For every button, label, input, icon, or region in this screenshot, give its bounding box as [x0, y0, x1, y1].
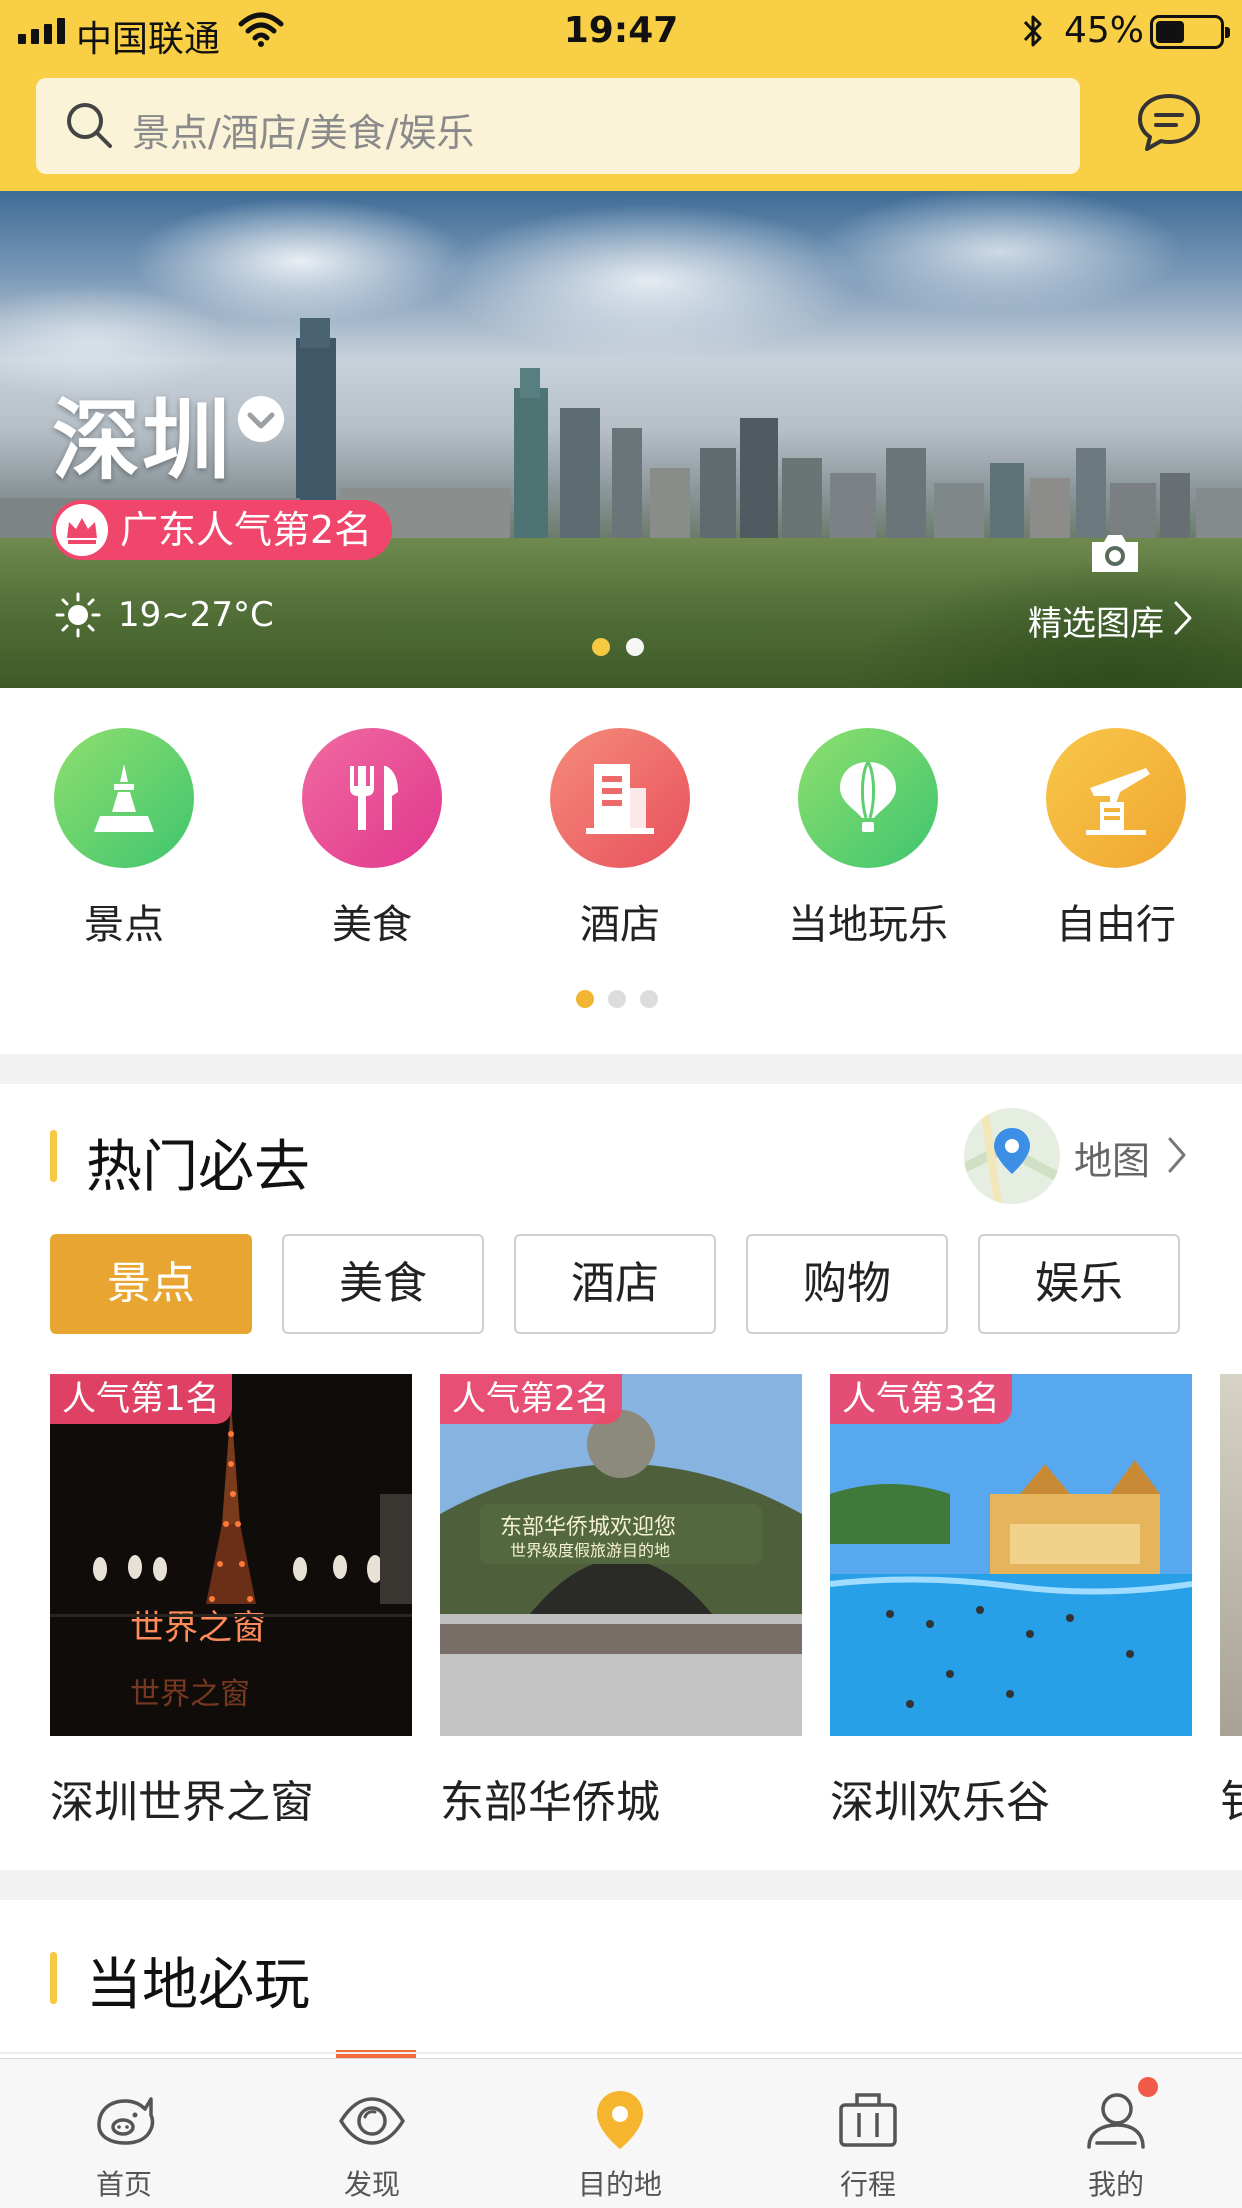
- battery-percent: 45%: [1064, 10, 1145, 51]
- clock: 19:47: [563, 10, 679, 51]
- category-page-dot: [640, 990, 658, 1008]
- attraction-card[interactable]: 人气第3名 深圳欢乐谷: [830, 1374, 1192, 1830]
- svg-text:东部华侨城欢迎您: 东部华侨城欢迎您: [500, 1515, 676, 1540]
- attraction-photo: 世界之窗 世界之窗 人气第1名: [50, 1374, 412, 1736]
- map-icon: [964, 1108, 1060, 1204]
- temperature: 19~27°C: [118, 595, 274, 635]
- city-rank-badge: 广东人气第2名: [52, 500, 393, 560]
- camera-icon: [1092, 535, 1138, 572]
- attraction-rank-badge: 人气第2名: [440, 1374, 622, 1424]
- sun-icon: [55, 592, 101, 638]
- tower-icon: [94, 764, 154, 832]
- pig-icon: [97, 2097, 155, 2145]
- hotel-icon: [586, 764, 654, 834]
- svg-text:世界之窗: 世界之窗: [130, 1677, 250, 1712]
- message-icon[interactable]: [1136, 92, 1202, 154]
- dropdown-check-icon[interactable]: [236, 394, 286, 444]
- bluetooth-icon: [1023, 15, 1042, 47]
- attraction-photo: [1220, 1374, 1242, 1736]
- bottom-tab-bar: 首页 发现 目的地 行程 我的: [0, 2058, 1242, 2208]
- attraction-name: 深圳世界之窗: [50, 1777, 314, 1828]
- banner-dot: [592, 638, 610, 656]
- tab-scenic[interactable]: 景点: [50, 1234, 252, 1334]
- tab-entertainment[interactable]: 娱乐: [978, 1234, 1180, 1334]
- category-label: 自由行: [1056, 902, 1176, 948]
- divider: [0, 2052, 1242, 2054]
- attraction-rank-badge: 人气第1名: [50, 1374, 232, 1424]
- section-accent-bar: [50, 1130, 57, 1182]
- attraction-photo: 人气第3名: [830, 1374, 1192, 1736]
- category-local-fun[interactable]: 当地玩乐: [768, 728, 968, 950]
- crown-icon: [56, 504, 108, 556]
- hot-section: 热门必去 地图 景点 美食 酒店 购物 娱乐 世界之窗 世界之窗 人气第1名 深…: [0, 1084, 1242, 1870]
- local-section: 当地必玩: [0, 1900, 1242, 2060]
- attraction-card[interactable]: 东部华侨城欢迎您 世界级度假旅游目的地 人气第2名 东部华侨城: [440, 1374, 802, 1830]
- attraction-name: 钅: [1220, 1766, 1242, 1830]
- notification-dot: [1138, 2077, 1158, 2097]
- gallery-link[interactable]: 精选图库: [994, 530, 1194, 644]
- gallery-label: 精选图库: [1028, 604, 1164, 644]
- battery-icon: [1150, 15, 1230, 49]
- status-bar: 中国联通 19:47 45%: [0, 0, 1242, 66]
- tab-label: 行程: [839, 2168, 896, 2201]
- fork-knife-icon: [350, 766, 398, 830]
- hot-tabs: 景点 美食 酒店 购物 娱乐: [50, 1234, 1180, 1334]
- tab-hotel[interactable]: 酒店: [514, 1234, 716, 1334]
- category-hotel[interactable]: 酒店: [520, 728, 720, 950]
- balloon-icon: [840, 761, 896, 832]
- search-icon: [67, 103, 112, 148]
- location-pin-icon: [597, 2091, 643, 2149]
- tab-discover[interactable]: 发现: [292, 2085, 452, 2203]
- person-icon: [1087, 2093, 1145, 2149]
- attraction-photo: 东部华侨城欢迎您 世界级度假旅游目的地 人气第2名: [440, 1374, 802, 1736]
- banner-dot: [626, 638, 644, 656]
- tab-label: 我的: [1087, 2168, 1144, 2201]
- attraction-card[interactable]: 世界之窗 世界之窗 人气第1名 深圳世界之窗: [50, 1374, 412, 1830]
- svg-text:世界级度假旅游目的地: 世界级度假旅游目的地: [510, 1541, 670, 1560]
- city-rank-text: 广东人气第2名: [120, 508, 373, 552]
- attraction-rank-badge: 人气第3名: [830, 1374, 1012, 1424]
- section-accent-bar: [50, 1952, 57, 2004]
- search-placeholder: 景点/酒店/美食/娱乐: [132, 111, 475, 155]
- city-name[interactable]: 深圳: [52, 370, 232, 497]
- tab-mine[interactable]: 我的: [1036, 2077, 1196, 2203]
- search-input[interactable]: 景点/酒店/美食/娱乐: [36, 78, 1080, 174]
- category-scenic[interactable]: 景点: [24, 728, 224, 950]
- attraction-card[interactable]: 钅: [1220, 1374, 1242, 1830]
- category-food[interactable]: 美食: [272, 728, 472, 950]
- hot-cards: 世界之窗 世界之窗 人气第1名 深圳世界之窗 东部华侨城欢迎您 世界级度假旅游目…: [50, 1374, 1242, 1844]
- section-title: 热门必去: [86, 1135, 310, 1200]
- top-header: 中国联通 19:47 45% 景点/酒店/美食/娱乐: [0, 0, 1242, 191]
- category-label: 酒店: [580, 902, 660, 948]
- category-label: 景点: [84, 902, 164, 948]
- category-page-dot: [608, 990, 626, 1008]
- plane-icon: [1086, 768, 1150, 835]
- tab-label: 首页: [95, 2168, 152, 2201]
- map-label: 地图: [1074, 1139, 1151, 1183]
- section-title: 当地必玩: [86, 1953, 310, 2018]
- suitcase-icon: [839, 2093, 897, 2147]
- attraction-name: 东部华侨城: [440, 1777, 660, 1828]
- tab-food[interactable]: 美食: [282, 1234, 484, 1334]
- tab-destination[interactable]: 目的地: [540, 2085, 700, 2203]
- category-free-travel[interactable]: 自由行: [1016, 728, 1216, 950]
- weather: 19~27°C: [54, 590, 274, 640]
- category-label: 当地玩乐: [788, 902, 948, 948]
- banner-pagination: [592, 638, 644, 656]
- tab-label: 发现: [343, 2168, 400, 2201]
- tab-shopping[interactable]: 购物: [746, 1234, 948, 1334]
- category-page-dot: [576, 990, 594, 1008]
- attraction-name: 深圳欢乐谷: [830, 1777, 1050, 1828]
- category-pagination: [576, 990, 658, 1008]
- category-grid: 景点 美食 酒店 当地玩乐 自由行: [0, 688, 1242, 1054]
- map-link[interactable]: 地图: [964, 1108, 1194, 1204]
- tab-home[interactable]: 首页: [44, 2085, 204, 2203]
- chevron-right-icon: [1168, 1137, 1186, 1173]
- tab-itinerary[interactable]: 行程: [788, 2085, 948, 2203]
- category-label: 美食: [332, 902, 412, 948]
- tab-label: 目的地: [577, 2168, 662, 2201]
- chevron-right-icon: [1174, 601, 1192, 635]
- eye-icon: [339, 2097, 405, 2145]
